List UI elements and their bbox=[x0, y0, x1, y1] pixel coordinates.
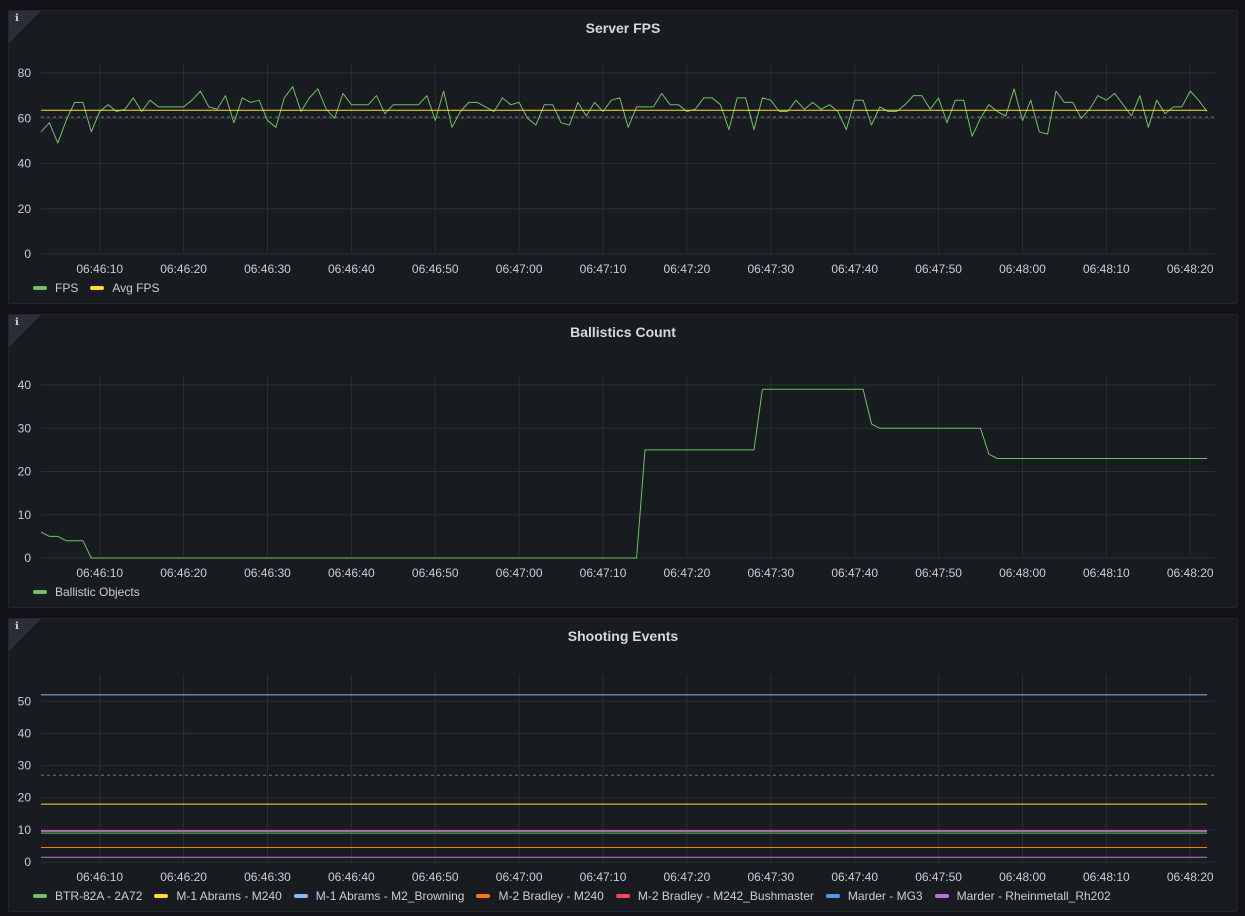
x-tick-label: 06:47:40 bbox=[831, 870, 878, 884]
x-tick-label: 06:47:00 bbox=[496, 566, 543, 580]
y-tick-label: 20 bbox=[18, 202, 32, 216]
legend-label: Marder - Rheinmetall_Rh202 bbox=[956, 889, 1111, 903]
x-tick-label: 06:46:50 bbox=[412, 870, 459, 884]
x-tick-label: 06:46:10 bbox=[76, 566, 123, 580]
x-tick-label: 06:47:10 bbox=[580, 262, 627, 276]
y-tick-label: 0 bbox=[24, 855, 31, 869]
legend-item[interactable]: Marder - MG3 bbox=[825, 889, 923, 903]
legend-swatch bbox=[33, 590, 47, 594]
x-tick-label: 06:48:10 bbox=[1083, 262, 1130, 276]
legend-label: M-1 Abrams - M2_Browning bbox=[315, 889, 465, 903]
x-tick-label: 06:47:10 bbox=[580, 566, 627, 580]
legend-item[interactable]: M-2 Bradley - M240 bbox=[476, 889, 604, 903]
legend-item[interactable]: M-2 Bradley - M242_Bushmaster bbox=[615, 889, 814, 903]
x-tick-label: 06:46:40 bbox=[328, 566, 375, 580]
y-tick-label: 80 bbox=[18, 66, 32, 80]
legend-swatch bbox=[293, 894, 308, 898]
y-tick-label: 20 bbox=[18, 465, 32, 479]
legend-item[interactable]: M-1 Abrams - M2_Browning bbox=[293, 889, 465, 903]
x-tick-label: 06:48:10 bbox=[1083, 566, 1130, 580]
legend-swatch bbox=[154, 894, 169, 898]
x-tick-label: 06:47:00 bbox=[496, 870, 543, 884]
server-fps-chart: 0 20 40 60 80 06:46:10 06:46:20 06:46:30 06:46:4… bbox=[18, 65, 1215, 276]
x-tick-label: 06:46:10 bbox=[76, 870, 123, 884]
y-tick-label: 30 bbox=[18, 421, 32, 435]
legend-label: M-2 Bradley - M242_Bushmaster bbox=[637, 889, 814, 903]
legend-label: FPS bbox=[55, 281, 79, 295]
legend: FPS Avg FPS bbox=[33, 281, 159, 295]
shooting-events-chart: 0 10 20 30 40 50 06:46:10 06:46:20 06:46:30 06:46… bbox=[18, 674, 1215, 884]
legend-swatch bbox=[934, 894, 949, 898]
x-tick-label: 06:47:40 bbox=[831, 566, 878, 580]
x-tick-label: 06:46:30 bbox=[244, 262, 291, 276]
x-tick-label: 06:48:10 bbox=[1083, 870, 1130, 884]
y-tick-label: 30 bbox=[18, 759, 32, 773]
legend-label: M-2 Bradley - M240 bbox=[498, 889, 604, 903]
legend-item[interactable]: BTR-82A - 2A72 bbox=[33, 889, 142, 903]
x-tick-label: 06:46:10 bbox=[76, 262, 123, 276]
legend-swatch bbox=[825, 894, 840, 898]
y-tick-label: 40 bbox=[18, 157, 32, 171]
y-tick-label: 60 bbox=[18, 111, 32, 125]
legend-label: M-1 Abrams - M240 bbox=[176, 889, 282, 903]
legend-label: Marder - MG3 bbox=[847, 889, 923, 903]
legend-item[interactable]: FPS bbox=[33, 281, 78, 295]
x-tick-label: 06:48:20 bbox=[1167, 870, 1214, 884]
y-tick-label: 40 bbox=[18, 378, 32, 392]
server-fps-panel: ℹ Server FPS 0 20 40 60 80 06:46:10 06:46:20 06… bbox=[8, 10, 1238, 304]
x-tick-label: 06:47:50 bbox=[915, 566, 962, 580]
x-tick-label: 06:46:20 bbox=[160, 870, 207, 884]
x-tick-label: 06:46:40 bbox=[328, 870, 375, 884]
legend-swatch bbox=[476, 894, 491, 898]
x-tick-label: 06:47:30 bbox=[747, 566, 794, 580]
legend-item[interactable]: Ballistic Objects bbox=[33, 585, 140, 599]
y-tick-label: 20 bbox=[18, 791, 32, 805]
x-tick-label: 06:48:00 bbox=[999, 262, 1046, 276]
x-tick-label: 06:47:10 bbox=[580, 870, 627, 884]
shooting-events-panel: ℹ Shooting Events 0 10 20 30 40 50 06:46:10 06:… bbox=[8, 618, 1238, 912]
ballistics-count-chart: 0 10 20 30 40 06:46:10 06:46:20 06:46:30 06:46:4… bbox=[18, 377, 1215, 580]
legend-swatch bbox=[33, 286, 47, 290]
x-tick-label: 06:46:40 bbox=[328, 262, 375, 276]
x-tick-label: 06:47:50 bbox=[915, 870, 962, 884]
legend-item[interactable]: M-1 Abrams - M240 bbox=[154, 889, 282, 903]
legend-swatch bbox=[33, 894, 47, 898]
x-tick-label: 06:46:50 bbox=[412, 262, 459, 276]
legend: BTR-82A - 2A72 M-1 Abrams - M240 M-1 Abram… bbox=[33, 889, 1111, 903]
y-tick-label: 10 bbox=[18, 823, 32, 837]
x-tick-label: 06:46:20 bbox=[160, 262, 207, 276]
legend: Ballistic Objects bbox=[33, 585, 140, 599]
ballistics-count-panel: ℹ Ballistics Count 0 10 20 30 40 06:46:10 06:4… bbox=[8, 314, 1238, 608]
x-tick-label: 06:48:20 bbox=[1167, 566, 1214, 580]
y-tick-label: 40 bbox=[18, 726, 32, 740]
x-tick-label: 06:46:30 bbox=[244, 566, 291, 580]
x-tick-label: 06:47:50 bbox=[915, 262, 962, 276]
legend-swatch bbox=[90, 286, 105, 290]
legend-label: Avg FPS bbox=[112, 281, 160, 295]
x-tick-label: 06:46:50 bbox=[412, 566, 459, 580]
y-tick-label: 50 bbox=[18, 694, 32, 708]
legend-label: Ballistic Objects bbox=[55, 585, 140, 599]
x-tick-label: 06:48:00 bbox=[999, 566, 1046, 580]
x-tick-label: 06:47:20 bbox=[664, 870, 711, 884]
series-line bbox=[40, 86, 1208, 144]
x-tick-label: 06:48:00 bbox=[999, 870, 1046, 884]
x-tick-label: 06:46:20 bbox=[160, 566, 207, 580]
legend-item[interactable]: Avg FPS bbox=[90, 281, 159, 295]
legend-item[interactable]: Marder - Rheinmetall_Rh202 bbox=[934, 889, 1111, 903]
y-tick-label: 0 bbox=[24, 551, 31, 565]
x-tick-label: 06:47:20 bbox=[664, 566, 711, 580]
x-tick-label: 06:47:30 bbox=[747, 262, 794, 276]
y-tick-label: 10 bbox=[18, 508, 32, 522]
x-tick-label: 06:47:40 bbox=[831, 262, 878, 276]
legend-swatch bbox=[615, 894, 630, 898]
x-tick-label: 06:47:00 bbox=[496, 262, 543, 276]
x-tick-label: 06:48:20 bbox=[1167, 262, 1214, 276]
legend-label: BTR-82A - 2A72 bbox=[55, 889, 143, 903]
x-tick-label: 06:47:30 bbox=[747, 870, 794, 884]
y-tick-label: 0 bbox=[24, 247, 31, 261]
x-tick-label: 06:46:30 bbox=[244, 870, 291, 884]
x-tick-label: 06:47:20 bbox=[664, 262, 711, 276]
series-line bbox=[40, 388, 1207, 559]
